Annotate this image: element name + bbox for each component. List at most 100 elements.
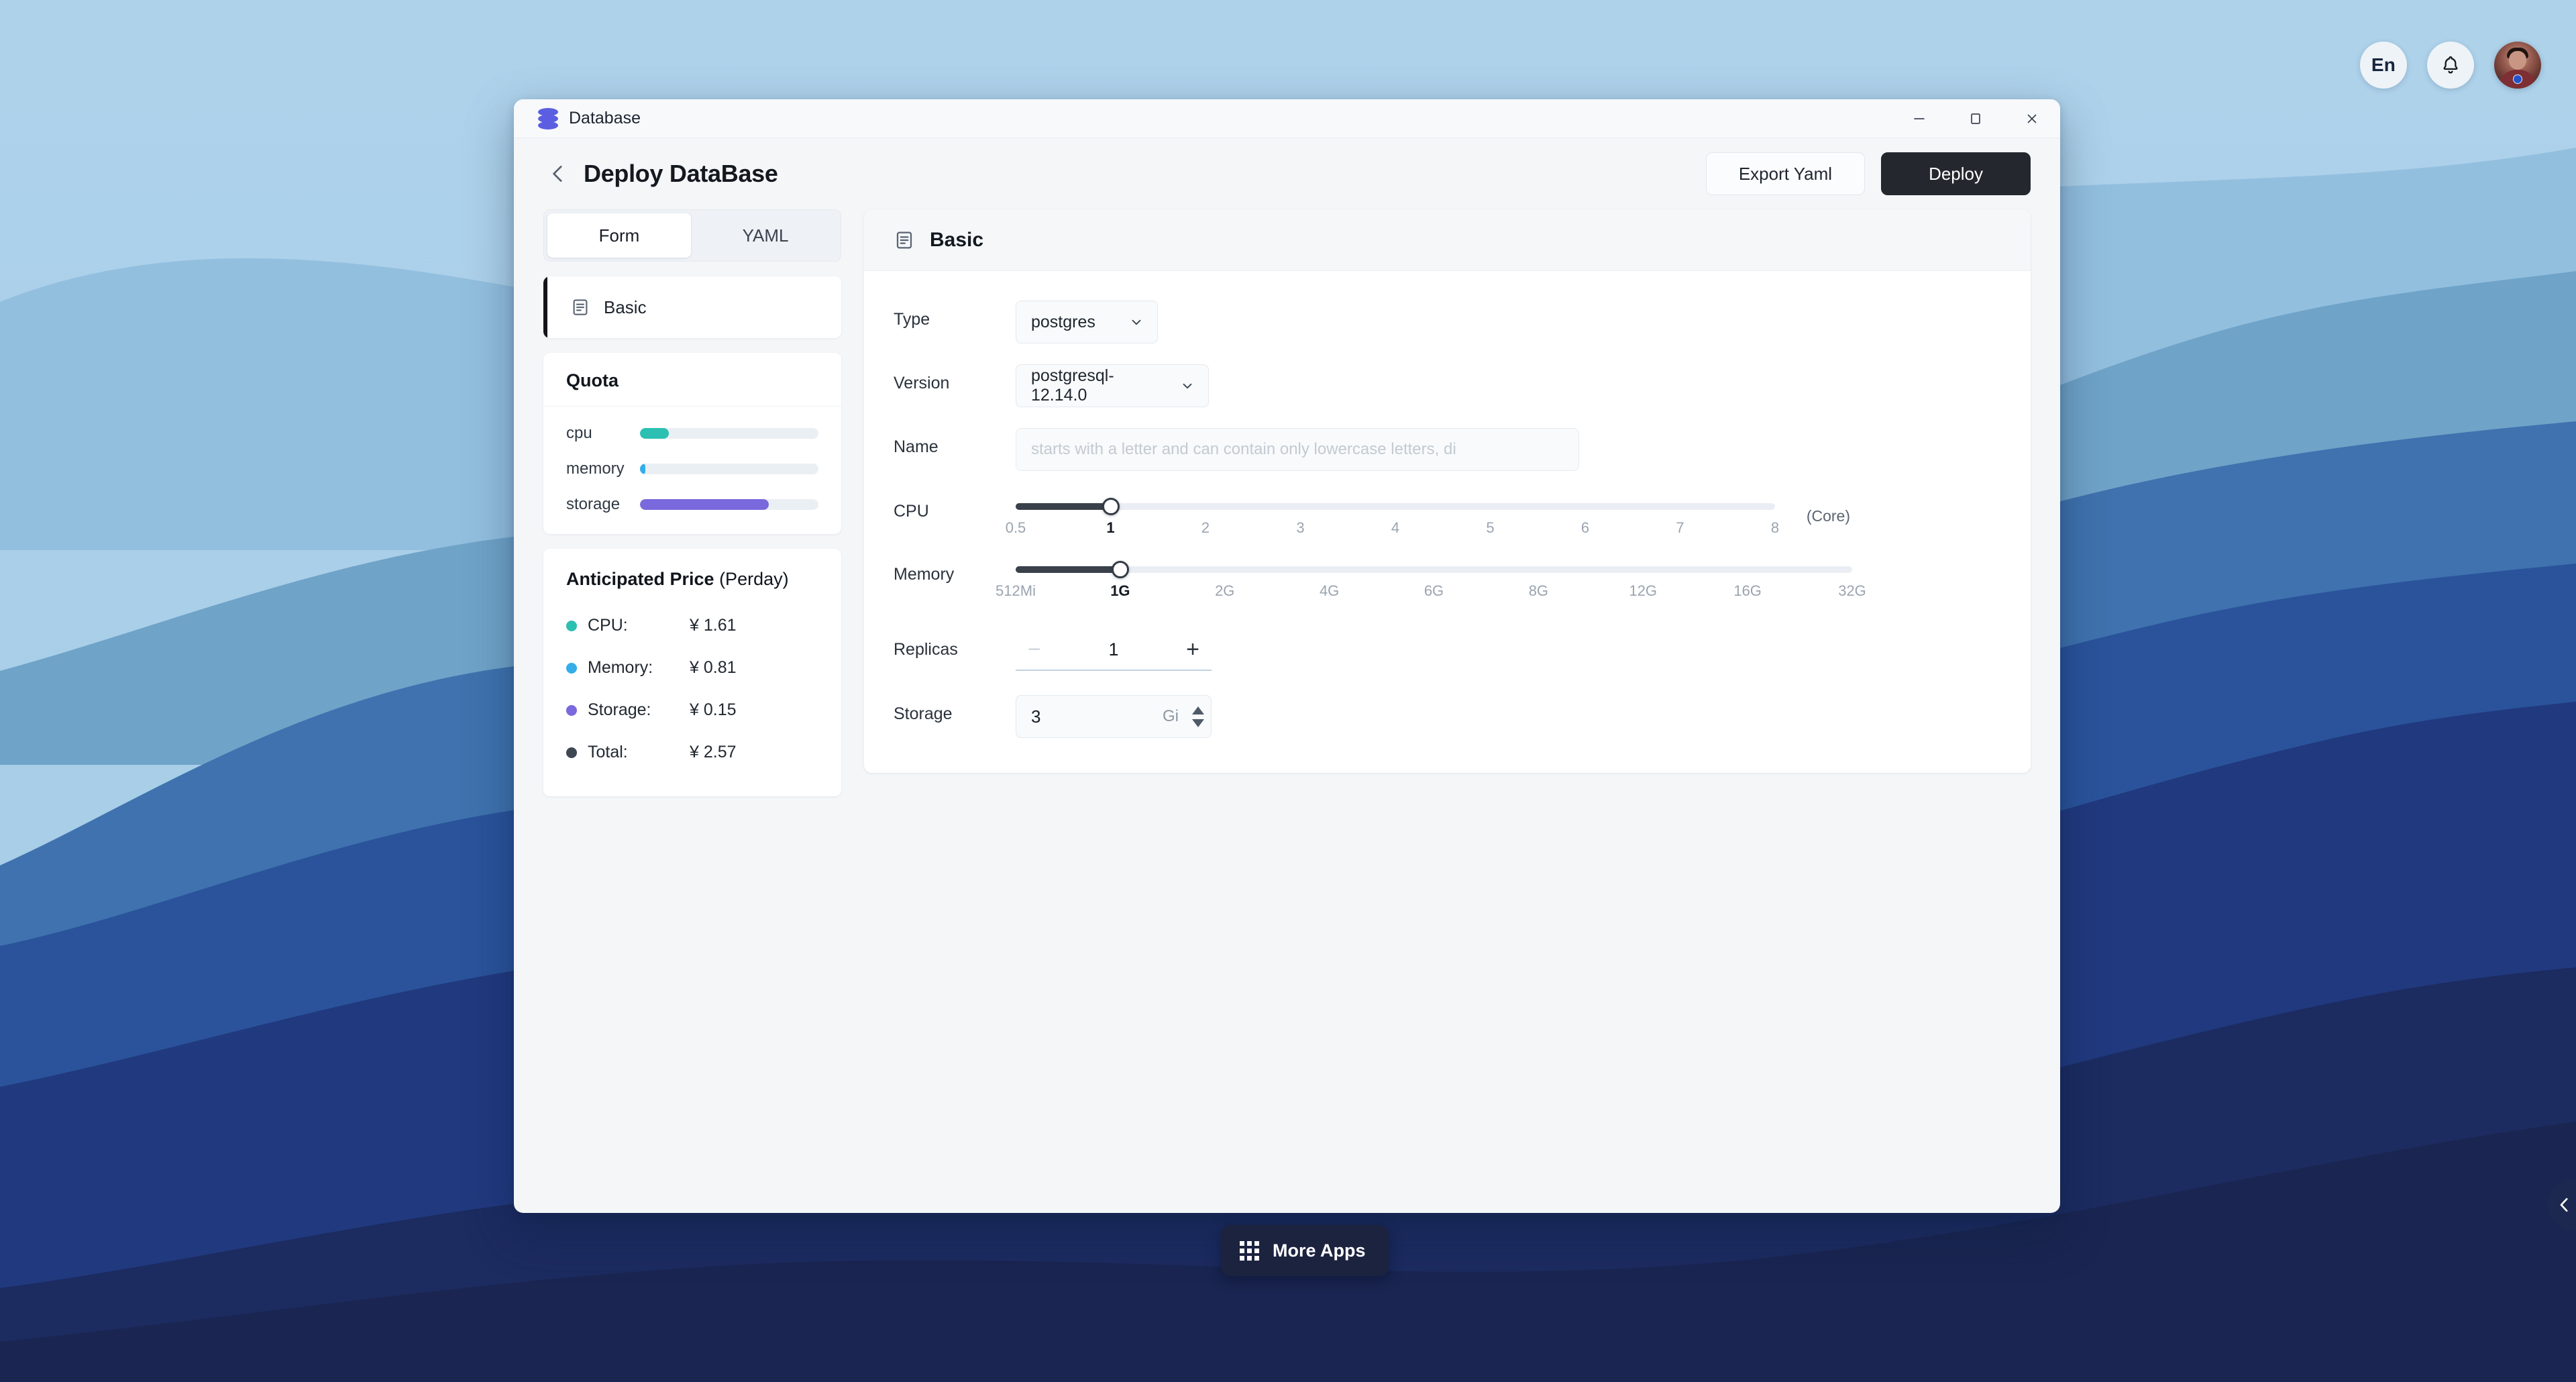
maximize-button[interactable] [1947,99,2004,138]
field-type: Type postgres [894,301,2001,343]
tab-yaml[interactable]: YAML [694,213,837,258]
price-value: ¥ 0.15 [690,700,737,719]
database-icon [538,107,558,129]
slider-tick[interactable]: 12G [1629,582,1657,600]
slider-tick[interactable]: 3 [1296,519,1304,537]
minimize-button[interactable] [1891,99,1947,138]
price-name: Storage: [588,700,651,719]
slider-tick[interactable]: 8G [1529,582,1548,600]
version-select-value: postgresql-12.14.0 [1031,366,1114,405]
back-button[interactable] [543,159,573,189]
window-titlebar[interactable]: Database [514,99,2060,138]
quota-rows: cpu memory storage [543,407,841,534]
price-value: ¥ 0.81 [690,658,737,677]
quota-fill [640,464,645,474]
price-dot [566,704,577,716]
window-controls [1891,99,2060,138]
storage-unit: Gi [1163,707,1179,725]
chevron-down-icon [1180,378,1195,393]
cpu-slider-fill [1016,503,1111,510]
export-yaml-button[interactable]: Export Yaml [1705,152,1866,195]
sidebar-nav: Basic [543,276,841,338]
field-version: Version postgresql-12.14.0 [894,364,2001,407]
storage-input[interactable]: 3 Gi [1016,695,1212,738]
slider-tick[interactable]: 1G [1110,582,1130,600]
slider-tick[interactable]: 2G [1215,582,1234,600]
close-button[interactable] [2004,99,2060,138]
field-label: Name [894,437,938,456]
field-cpu: CPU 0.5 1 2 3 4 5 6 7 8 (Core) [894,496,2001,542]
version-select[interactable]: postgresql-12.14.0 [1016,364,1209,407]
form-area: Type postgres Version postgresql-12.14.0 [864,271,2031,773]
cpu-unit-label: (Core) [1806,507,1850,525]
price-title: Anticipated Price (Perday) [566,569,818,590]
replicas-stepper: − 1 + [1016,629,1212,671]
field-label: Storage [894,704,953,723]
page-header: Deploy DataBase Export Yaml Deploy [514,138,2060,209]
deploy-button[interactable]: Deploy [1881,152,2031,195]
quota-row-cpu: cpu [566,424,818,443]
spinner-down-icon[interactable] [1192,719,1204,727]
document-icon [896,231,912,248]
price-row-storage: Storage: ¥ 0.15 [566,689,818,731]
name-input[interactable]: starts with a letter and can contain onl… [1016,428,1579,471]
main-panel: Basic Type postgres Version postgresql-1… [864,209,2031,773]
field-memory: Memory 512Mi 1G 2G 4G 6G 8G 12G 16G 32G [894,560,2001,605]
app-title: Database [569,109,641,127]
field-label: Memory [894,565,955,584]
section-title: Basic [930,228,984,251]
memory-slider-fill [1016,566,1120,573]
replicas-increment-button[interactable]: + [1179,638,1206,661]
quota-fill [640,428,669,439]
price-title-sub: (Perday) [714,569,789,589]
price-name: Total: [588,743,628,761]
cpu-slider-ticks: 0.5 1 2 3 4 5 6 7 8 [1006,519,1779,542]
memory-slider-ticks: 512Mi 1G 2G 4G 6G 8G 12G 16G 32G [996,582,1866,605]
app-body: Form YAML Basic Quota cpu memory storage… [514,209,2060,1213]
section-header: Basic [864,209,2031,271]
memory-slider-knob[interactable] [1111,561,1129,578]
slider-tick[interactable]: 0.5 [1006,519,1026,537]
price-row-total: Total: ¥ 2.57 [566,731,818,774]
cpu-slider[interactable] [1016,498,1775,515]
quota-row-storage: storage [566,495,818,514]
slider-tick[interactable]: 7 [1676,519,1684,537]
field-label: CPU [894,502,929,521]
quota-row-memory: memory [566,460,818,478]
quota-label: cpu [566,424,592,442]
slider-tick[interactable]: 1 [1106,519,1114,537]
type-select[interactable]: postgres [1016,301,1158,343]
price-value: ¥ 2.57 [690,743,737,761]
price-card: Anticipated Price (Perday) CPU: ¥ 1.61 M… [543,549,841,796]
memory-slider-track [1016,566,1852,573]
slider-tick[interactable]: 2 [1201,519,1210,537]
avatar[interactable] [2494,42,2541,89]
more-apps-button[interactable]: More Apps [1221,1225,1389,1276]
slider-tick[interactable]: 6G [1424,582,1444,600]
price-name: CPU: [588,616,628,635]
slider-tick[interactable]: 6 [1581,519,1589,537]
cpu-slider-track [1016,503,1775,510]
notifications-button[interactable] [2427,42,2474,89]
memory-slider[interactable] [1016,561,1852,578]
maximize-icon [1971,113,1980,124]
spinner-up-icon[interactable] [1192,706,1204,714]
close-icon [2027,113,2037,123]
slider-tick[interactable]: 512Mi [996,582,1036,600]
sidebar-item-basic[interactable]: Basic [543,276,841,338]
tab-form[interactable]: Form [547,213,691,258]
document-icon [573,299,588,315]
quota-title: Quota [543,353,841,407]
replicas-decrement-button[interactable]: − [1021,638,1048,661]
cpu-slider-knob[interactable] [1102,498,1120,515]
slider-tick[interactable]: 32G [1838,582,1866,600]
field-label: Version [894,374,950,392]
price-name: Memory: [588,658,653,677]
slider-tick[interactable]: 4G [1320,582,1339,600]
slider-tick[interactable]: 16G [1733,582,1762,600]
quota-card: Quota cpu memory storage [543,353,841,534]
slider-tick[interactable]: 8 [1771,519,1779,537]
slider-tick[interactable]: 5 [1486,519,1494,537]
language-button[interactable]: En [2360,42,2407,89]
slider-tick[interactable]: 4 [1391,519,1399,537]
